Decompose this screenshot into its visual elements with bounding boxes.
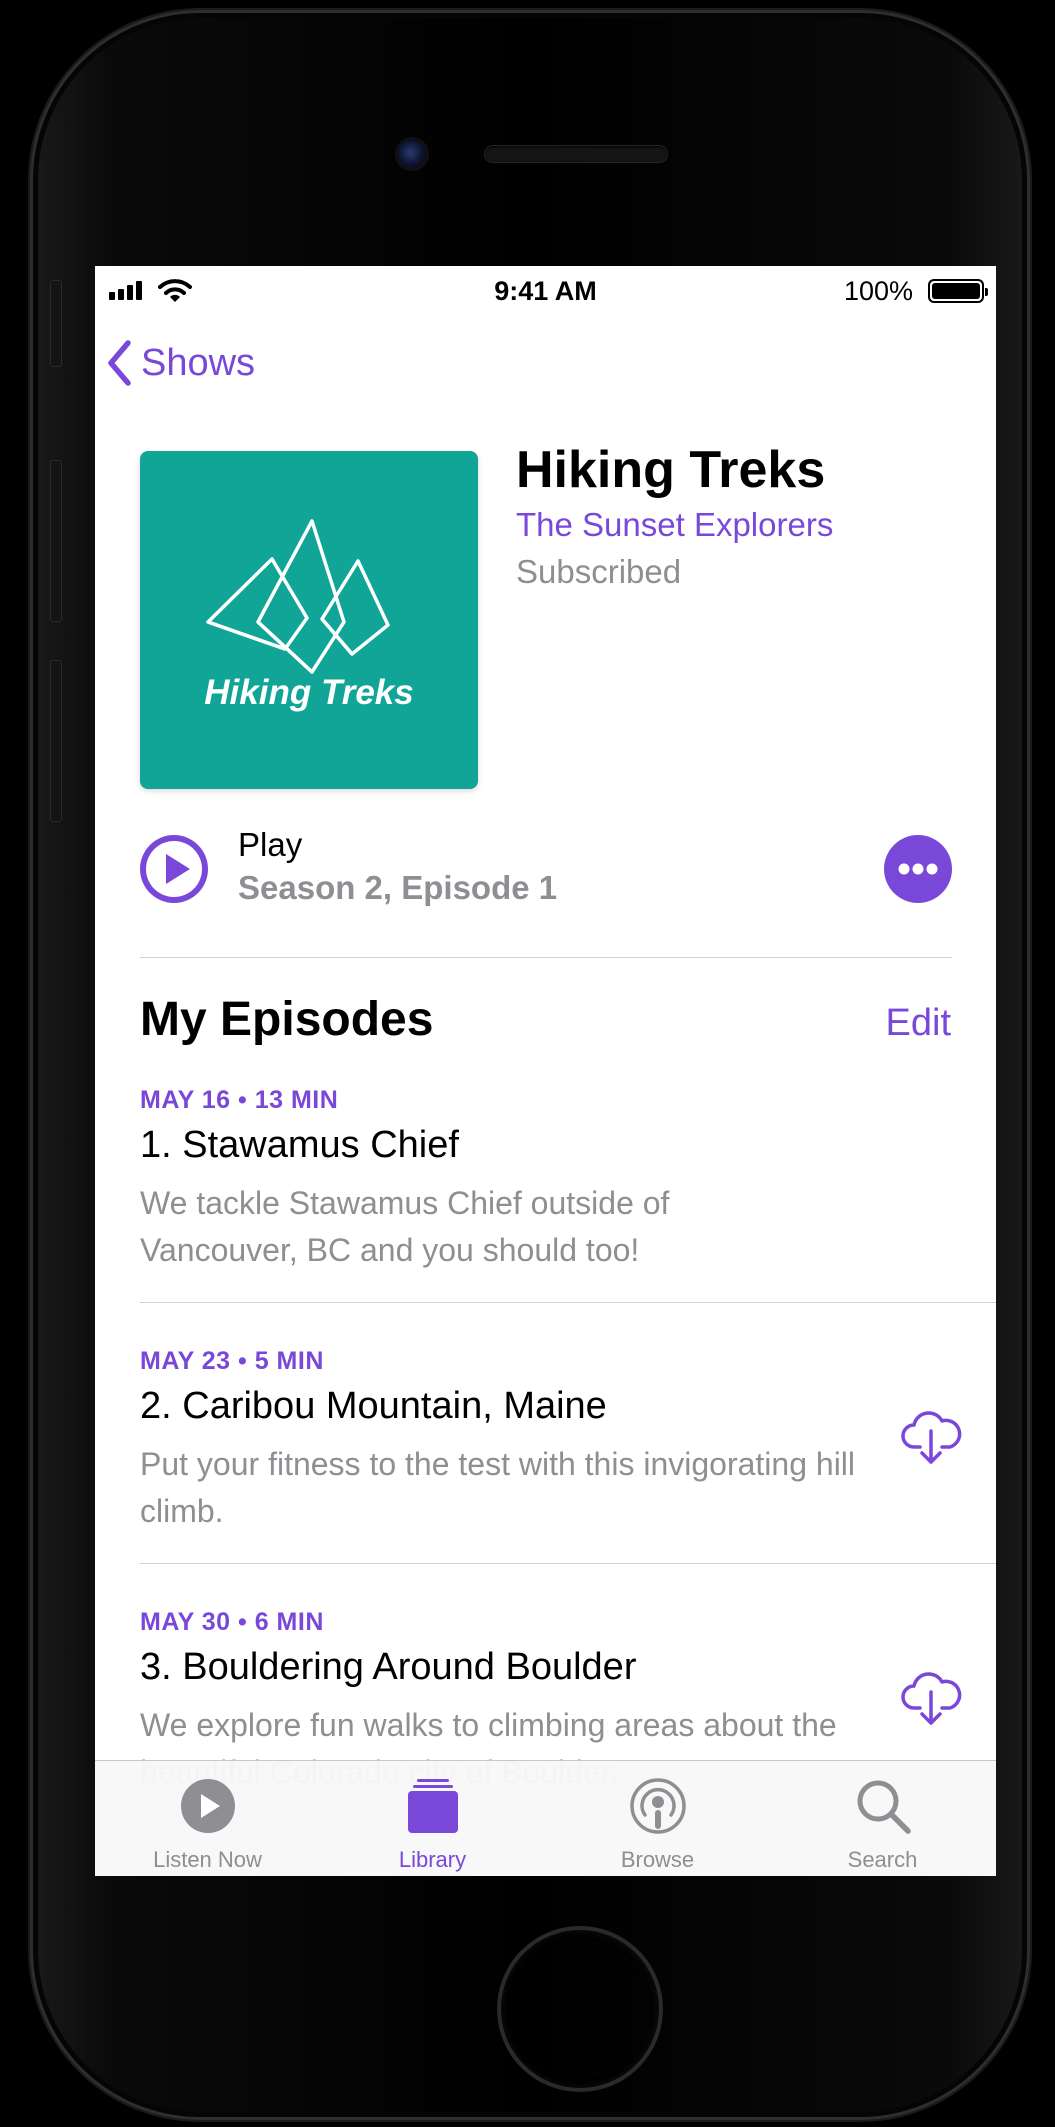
episode-row[interactable]: MAY 23 • 5 MIN 2. Caribou Mountain, Main… xyxy=(140,1347,996,1607)
tab-browse[interactable]: Browse xyxy=(545,1761,770,1876)
battery-icon xyxy=(928,279,988,303)
episode-meta: MAY 16 • 13 MIN xyxy=(140,1086,339,1114)
mute-switch xyxy=(50,280,62,367)
divider xyxy=(140,957,952,958)
episode-meta: MAY 23 • 5 MIN xyxy=(140,1347,324,1375)
back-button-label: Shows xyxy=(141,341,256,384)
front-camera xyxy=(398,140,426,168)
podcast-show-screen: 9:41 AM 100% Shows Hiking Treks Hiking T… xyxy=(95,266,996,1876)
download-cloud-icon xyxy=(901,1411,962,1464)
download-button[interactable] xyxy=(900,1407,962,1472)
play-label[interactable]: Play xyxy=(238,826,302,864)
more-icon xyxy=(898,863,938,875)
chevron-left-icon xyxy=(108,340,131,386)
episode-row[interactable]: MAY 16 • 13 MIN 1. Stawamus Chief We tac… xyxy=(140,1086,996,1346)
tab-label: Listen Now xyxy=(153,1847,262,1872)
subscription-status: Subscribed xyxy=(516,553,682,590)
library-icon xyxy=(408,1779,458,1833)
status-bar: 9:41 AM 100% xyxy=(95,266,996,318)
episode-description: Put your fitness to the test with this i… xyxy=(140,1446,856,1529)
section-title: My Episodes xyxy=(140,993,434,1046)
tab-label: Search xyxy=(847,1847,918,1872)
download-button[interactable] xyxy=(900,1668,962,1733)
artwork-title: Hiking Treks xyxy=(204,673,414,712)
tab-label: Browse xyxy=(620,1847,695,1872)
volume-down-button xyxy=(50,660,62,822)
episode-description: We tackle Stawamus Chief outside of Vanc… xyxy=(140,1185,670,1268)
earpiece-speaker xyxy=(485,146,667,162)
battery-percentage: 100% xyxy=(843,276,913,306)
tab-listen-now[interactable]: Listen Now xyxy=(95,1761,320,1876)
play-circle-icon xyxy=(181,1779,235,1833)
play-row: Play Season 2, Episode 1 xyxy=(140,826,952,910)
show-title: Hiking Treks xyxy=(516,441,826,499)
play-episode-label: Season 2, Episode 1 xyxy=(238,869,558,906)
divider xyxy=(140,1563,996,1564)
episode-title: 1. Stawamus Chief xyxy=(140,1124,459,1166)
back-button[interactable]: Shows xyxy=(107,340,255,386)
tab-bar: Listen Now Library Browse Search xyxy=(95,1760,996,1876)
tab-search[interactable]: Search xyxy=(770,1761,995,1876)
edit-button[interactable]: Edit xyxy=(886,1002,951,1045)
play-button[interactable] xyxy=(140,835,208,903)
volume-up-button xyxy=(50,460,62,622)
play-icon xyxy=(146,841,202,897)
home-button[interactable] xyxy=(497,1926,663,2092)
more-options-button[interactable] xyxy=(884,835,952,903)
show-artwork: Hiking Treks xyxy=(140,451,478,789)
tab-label: Library xyxy=(398,1847,467,1872)
episode-title: 3. Bouldering Around Boulder xyxy=(140,1646,637,1688)
tab-library[interactable]: Library xyxy=(320,1761,545,1876)
podcast-icon xyxy=(630,1778,686,1834)
episode-meta: MAY 30 • 6 MIN xyxy=(140,1608,324,1636)
search-icon xyxy=(857,1780,911,1834)
episode-title: 2. Caribou Mountain, Maine xyxy=(140,1385,607,1427)
download-cloud-icon xyxy=(901,1672,962,1725)
show-author-link[interactable]: The Sunset Explorers xyxy=(516,506,833,544)
mountains-icon xyxy=(206,519,390,674)
divider xyxy=(140,1302,996,1303)
